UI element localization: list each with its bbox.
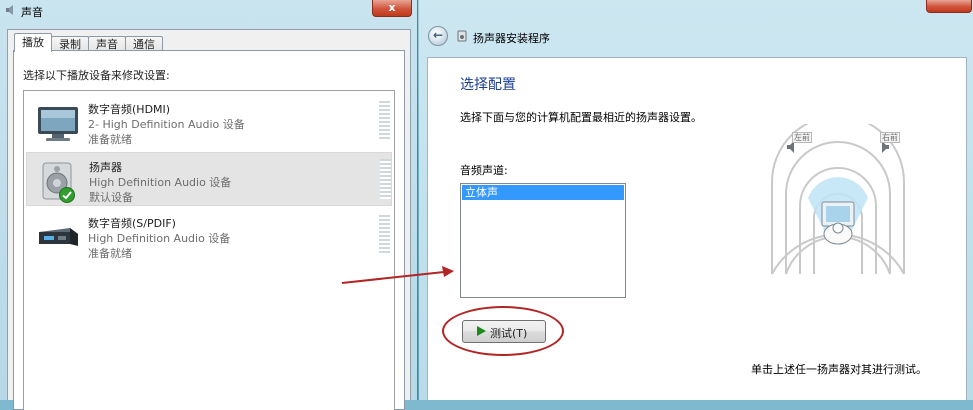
channel-label: 音频声道: — [460, 164, 508, 177]
page-description: 选择下面与您的计算机配置最相近的扬声器设置。 — [460, 111, 702, 124]
hint-text: 单击上述任一扬声器对其进行测试。 — [751, 363, 927, 376]
volume-meter — [379, 101, 390, 141]
speaker-diagram — [771, 124, 905, 275]
playback-panel: 选择以下播放设备来修改设置: 数字音频(HDMI) 2- High Defini… — [13, 50, 405, 410]
channel-listbox[interactable]: 立体声 — [460, 183, 626, 298]
device-description: High Definition Audio 设备 — [88, 232, 231, 245]
device-description: High Definition Audio 设备 — [89, 176, 232, 189]
play-icon — [477, 326, 486, 336]
close-button[interactable]: x — [372, 0, 412, 17]
back-button[interactable]: ← — [428, 26, 448, 46]
spdif-device-icon — [39, 228, 78, 246]
test-button[interactable]: 测试(T) — [462, 320, 546, 343]
device-description: 2- High Definition Audio 设备 — [88, 118, 245, 131]
device-name: 数字音频(S/PDIF) — [88, 217, 176, 230]
instruction-text: 选择以下播放设备来修改设置: — [23, 69, 170, 82]
device-item-hdmi[interactable]: 数字音频(HDMI) 2- High Definition Audio 设备 准… — [26, 95, 392, 149]
device-name: 扬声器 — [89, 161, 122, 174]
device-name: 数字音频(HDMI) — [88, 103, 171, 116]
close-button[interactable] — [926, 0, 972, 13]
wizard-title: 扬声器安装程序 — [473, 32, 550, 45]
sound-app-icon — [6, 5, 13, 15]
annotation-arrow — [341, 266, 454, 284]
device-status: 准备就绪 — [88, 247, 132, 260]
speaker-setup-wizard: ← 扬声器安装程序 选择配置 选择下面与您的计算机配置最相近的扬声器设置。 音频… — [419, 0, 973, 400]
window-title: 声音 — [21, 6, 43, 19]
monitor-icon — [38, 107, 78, 141]
speaker-setup-icon — [457, 30, 467, 42]
dialog-body: 播放 录制 声音 通信 选择以下播放设备来修改设置: 数字音频(HDMI) 2-… — [7, 29, 411, 410]
volume-meter — [379, 215, 390, 255]
default-check-icon — [59, 187, 75, 203]
device-item-speakers[interactable]: 扬声器 High Definition Audio 设备 默认设备 — [26, 152, 392, 206]
channel-option-stereo[interactable]: 立体声 — [462, 185, 624, 200]
title-bar[interactable]: 声音 — [0, 0, 418, 22]
front-right-tag[interactable]: 右前 — [880, 132, 900, 143]
wizard-body: 选择配置 选择下面与您的计算机配置最相近的扬声器设置。 音频声道: 立体声 测试… — [427, 57, 967, 400]
tab-strip: 播放 录制 声音 通信 — [14, 33, 163, 52]
volume-meter — [380, 159, 391, 199]
device-list[interactable]: 数字音频(HDMI) 2- High Definition Audio 设备 准… — [23, 90, 395, 410]
test-button-label: 测试(T) — [490, 327, 528, 340]
device-status: 准备就绪 — [88, 133, 132, 146]
device-status: 默认设备 — [89, 191, 133, 204]
back-arrow-icon: ← — [433, 28, 444, 42]
device-item-spdif[interactable]: 数字音频(S/PDIF) High Definition Audio 设备 准备… — [26, 209, 392, 263]
sound-dialog: 声音 x 播放 录制 声音 通信 选择以下播放设备来修改设置: 数字音频(HDM… — [0, 0, 418, 410]
tab-playback[interactable]: 播放 — [14, 33, 52, 52]
front-left-tag[interactable]: 左前 — [792, 132, 812, 143]
page-heading: 选择配置 — [460, 77, 516, 93]
